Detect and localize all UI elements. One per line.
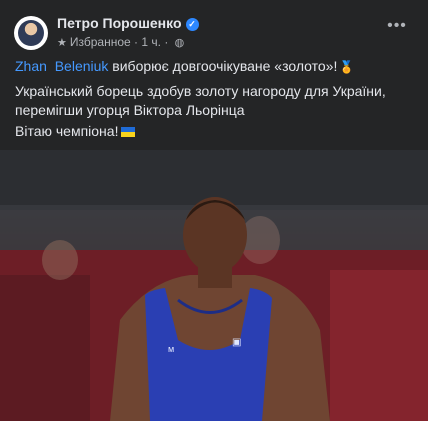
verified-badge-icon: ✓ [185,18,199,31]
meta-separator: · [134,35,139,49]
author-name-row[interactable]: Петро Порошенко ✓ [57,15,199,31]
author-avatar[interactable] [14,16,48,50]
audience-label: Избранное [69,35,131,49]
facebook-post: Петро Порошенко ✓ ★ Избранное · 1 ч. · ◍ •… [0,0,428,421]
more-options-icon[interactable]: ••• [386,18,408,40]
post-text-line3: Вітаю чемпіона! [15,122,136,141]
mention-first-name[interactable]: Zhan [15,58,47,74]
medal-icon: 🏅 [339,60,355,74]
post-text-line1: Zhan Beleniuk виборює довгоочікуване «зо… [15,57,354,77]
star-icon: ★ [57,37,67,49]
svg-text:▣: ▣ [232,337,241,348]
post-text-line1-rest: виборює довгоочікуване «золото»! [108,58,338,74]
wrestler-photo-illustration: ▣ м [0,150,428,421]
avatar-photo [18,20,44,46]
post-text-line3-text: Вітаю чемпіона! [15,123,119,139]
post-meta: ★ Избранное · 1 ч. · ◍ [57,35,184,49]
post-time[interactable]: 1 ч. [141,35,161,49]
svg-text:м: м [168,344,174,354]
globe-icon: ◍ [174,37,185,49]
post-photo[interactable]: ▣ м [0,150,428,421]
author-name[interactable]: Петро Порошенко [57,15,182,31]
meta-separator: · [164,35,169,49]
post-header: Петро Порошенко ✓ ★ Избранное · 1 ч. · ◍ •… [0,0,428,56]
post-text-line2: Український борець здобув золоту нагород… [15,83,386,118]
ukraine-flag-icon [121,127,136,137]
mention-last-name[interactable]: Beleniuk [55,58,109,74]
